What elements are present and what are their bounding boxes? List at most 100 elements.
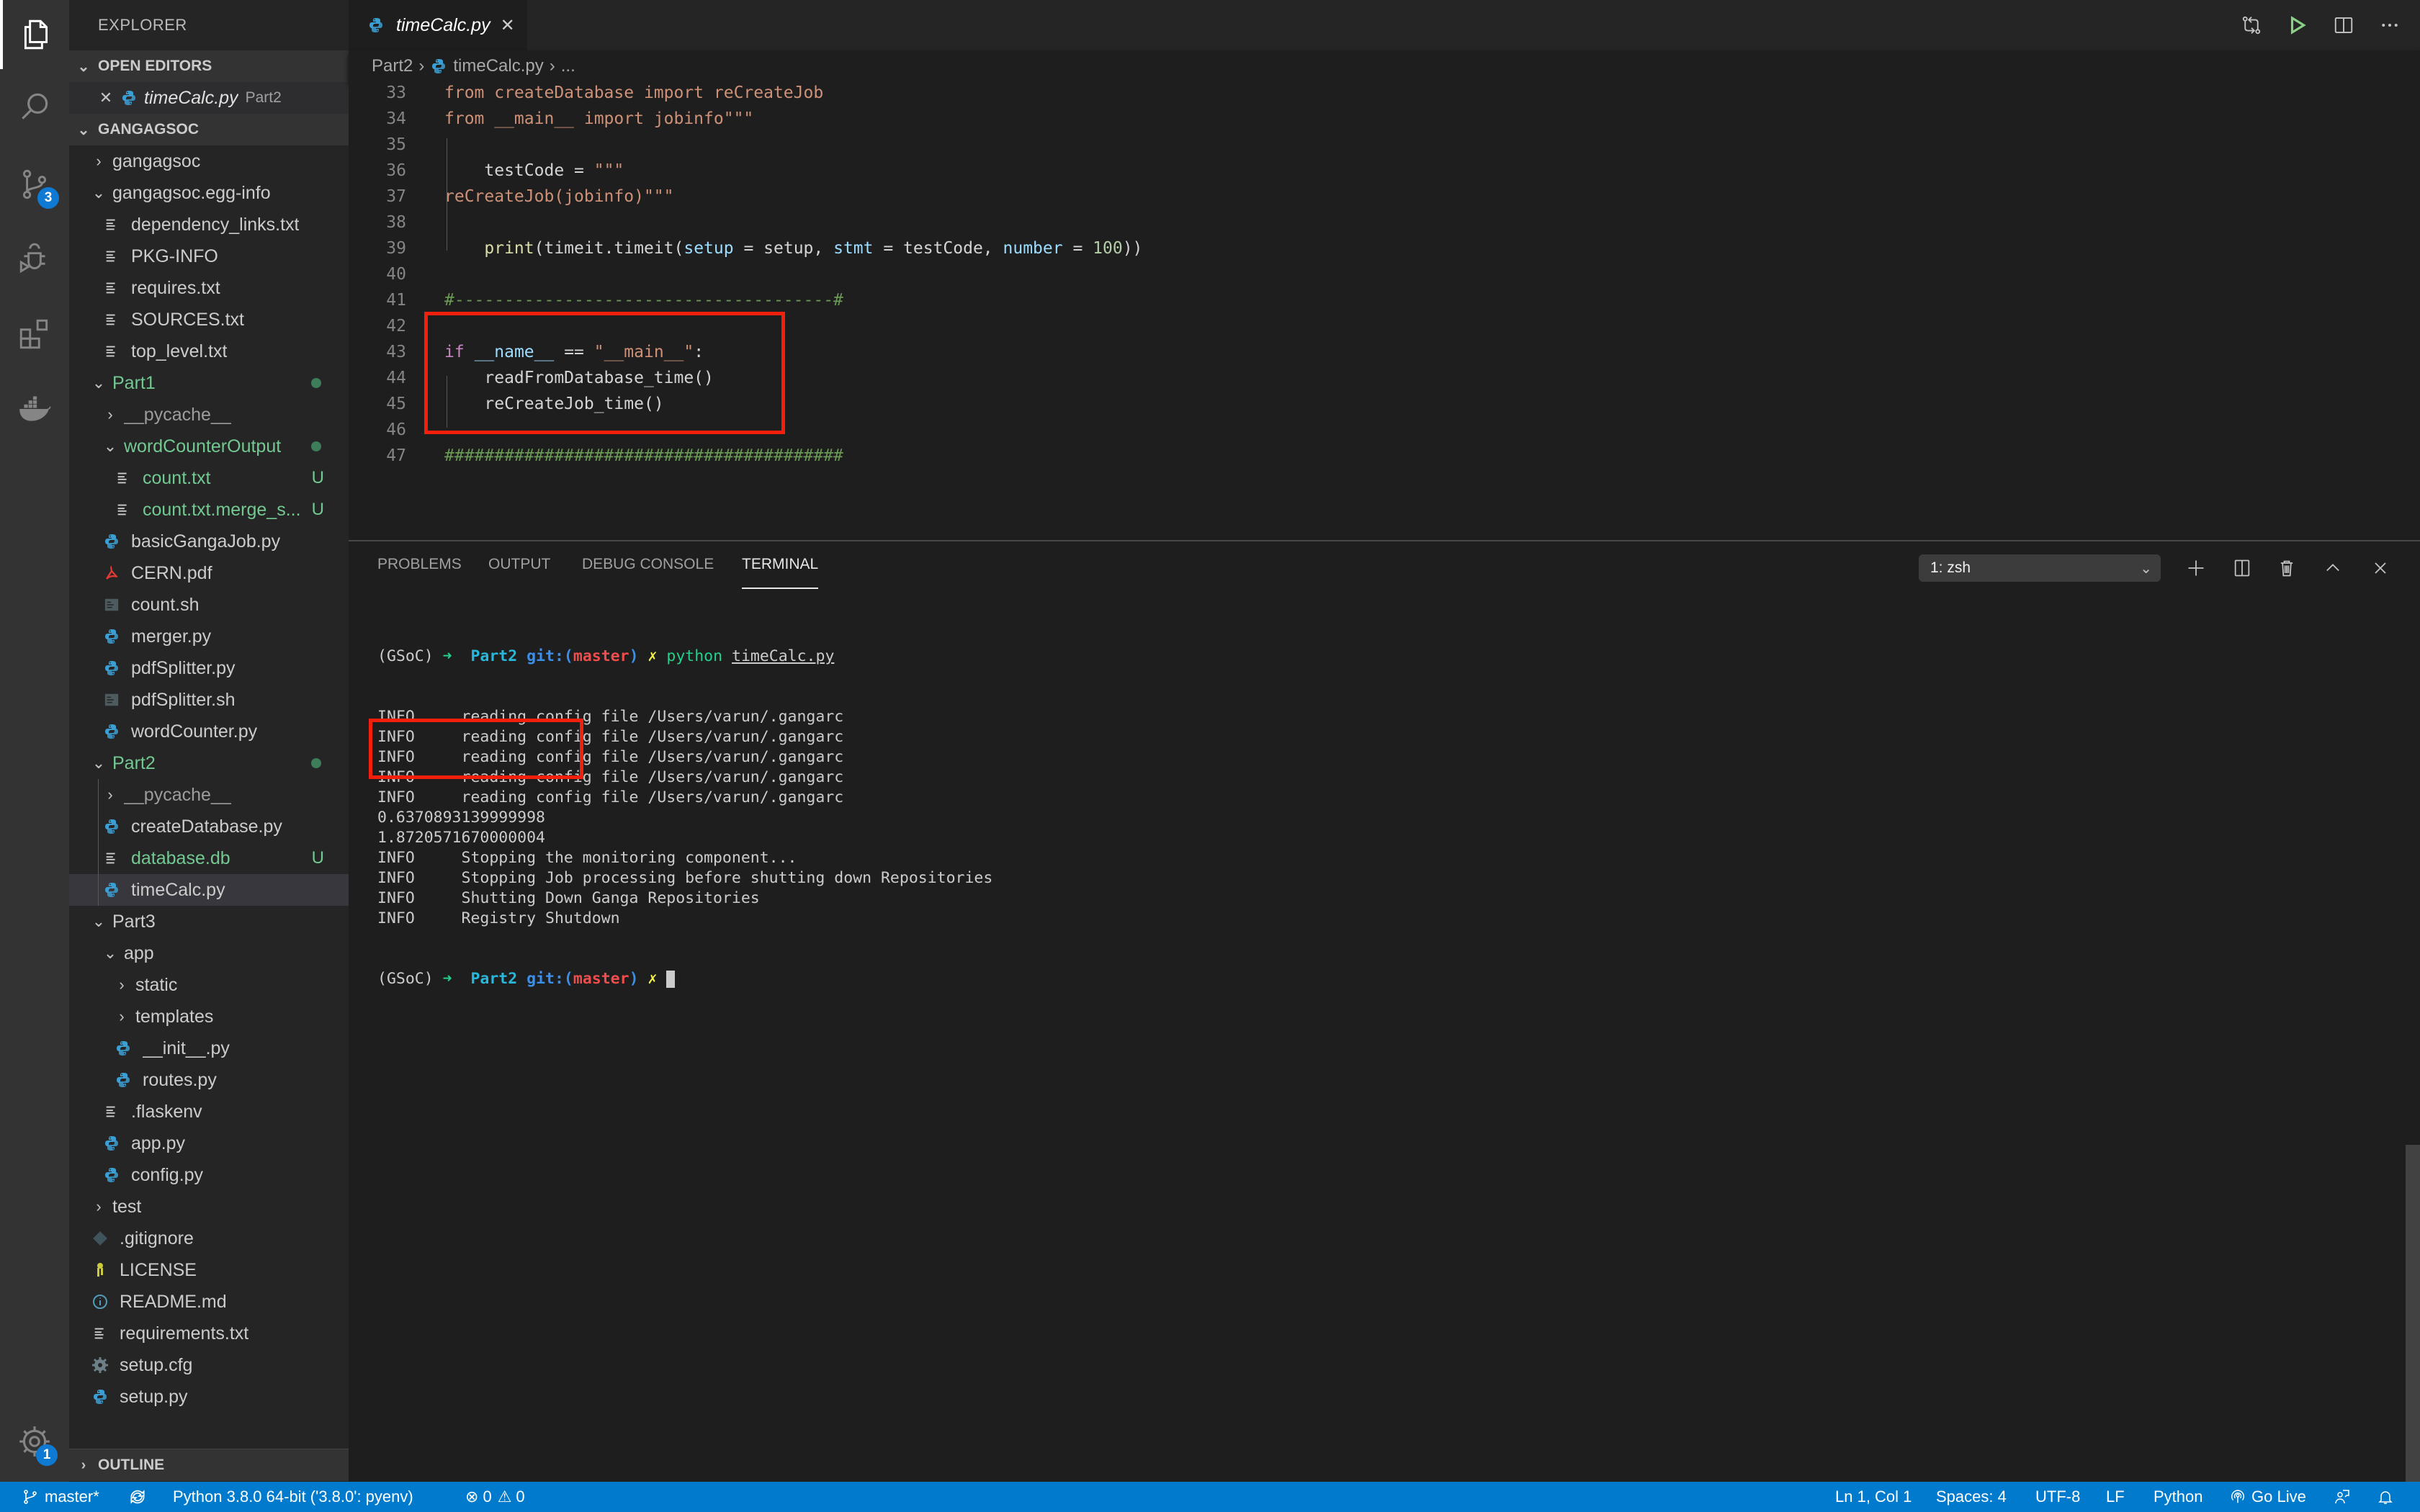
tree-file[interactable]: count.txt U bbox=[69, 462, 349, 494]
open-editor-item[interactable]: ✕ timeCalc.py Part2 bbox=[69, 82, 349, 114]
code-line: ######################################## bbox=[444, 446, 843, 465]
chevron-down-icon[interactable]: ⌄ bbox=[91, 184, 107, 202]
tree-file[interactable]: .gitignore bbox=[69, 1223, 349, 1254]
tree-file[interactable]: LICENSE bbox=[69, 1254, 349, 1286]
tree-folder[interactable]: › templates bbox=[69, 1001, 349, 1032]
activity-run-debug[interactable] bbox=[0, 225, 69, 294]
workspace-header[interactable]: ⌄ GANGAGSOC bbox=[69, 114, 349, 145]
tree-file[interactable]: README.md bbox=[69, 1286, 349, 1318]
chevron-down-icon[interactable]: ⌄ bbox=[102, 944, 118, 963]
tree-file[interactable]: wordCounter.py bbox=[69, 716, 349, 747]
close-icon[interactable]: ✕ bbox=[98, 89, 114, 107]
notifications-button[interactable] bbox=[2377, 1482, 2400, 1512]
tree-folder[interactable]: › static bbox=[69, 969, 349, 1001]
command-arg[interactable]: timeCalc.py bbox=[732, 647, 834, 665]
terminal-output[interactable]: (GSoC) ➜ Part2 git:(master) ✗ python tim… bbox=[377, 606, 992, 1030]
chevron-down-icon[interactable]: ⌄ bbox=[102, 437, 118, 456]
tree-file[interactable]: pdfSplitter.py bbox=[69, 652, 349, 684]
tree-file[interactable]: config.py bbox=[69, 1159, 349, 1191]
tree-file[interactable]: count.txt.merge_s... U bbox=[69, 494, 349, 526]
language-mode[interactable]: Python bbox=[2154, 1482, 2203, 1512]
breadcrumb-symbol[interactable]: ... bbox=[561, 56, 575, 76]
tab-terminal[interactable]: TERMINAL bbox=[742, 556, 819, 589]
chevron-down-icon[interactable]: ⌄ bbox=[91, 912, 107, 931]
activity-extensions[interactable] bbox=[0, 300, 69, 369]
tree-file[interactable]: setup.cfg bbox=[69, 1349, 349, 1381]
split-terminal-button[interactable] bbox=[2227, 553, 2257, 583]
chevron-right-icon[interactable]: › bbox=[91, 152, 107, 171]
chevron-right-icon[interactable]: › bbox=[114, 976, 130, 994]
end-of-line[interactable]: LF bbox=[2106, 1482, 2125, 1512]
chevron-right-icon[interactable]: › bbox=[91, 1197, 107, 1216]
activity-search[interactable] bbox=[0, 72, 69, 141]
tab-timecalc[interactable]: timeCalc.py ✕ bbox=[349, 0, 527, 50]
tree-file[interactable]: count.sh bbox=[69, 589, 349, 621]
tree-file[interactable]: database.db U bbox=[69, 842, 349, 874]
code-editor[interactable]: 33 from createDatabase import reCreateJob… bbox=[349, 82, 2420, 540]
tree-file[interactable]: top_level.txt bbox=[69, 336, 349, 367]
indentation[interactable]: Spaces: 4 bbox=[1936, 1482, 2007, 1512]
tree-folder[interactable]: ⌄ wordCounterOutput bbox=[69, 431, 349, 462]
tab-output[interactable]: OUTPUT bbox=[488, 556, 550, 588]
tree-file[interactable]: merger.py bbox=[69, 621, 349, 652]
tree-file[interactable]: SOURCES.txt bbox=[69, 304, 349, 336]
outline-header[interactable]: › OUTLINE bbox=[69, 1449, 349, 1481]
tree-file[interactable]: dependency_links.txt bbox=[69, 209, 349, 240]
tree-folder[interactable]: ⌄ Part3 bbox=[69, 906, 349, 937]
tree-folder[interactable]: ⌄ Part2 bbox=[69, 747, 349, 779]
tab-problems[interactable]: PROBLEMS bbox=[377, 556, 462, 588]
terminal-select[interactable]: 1: zsh ⌄ bbox=[1919, 554, 2161, 582]
open-changes-button[interactable] bbox=[2228, 0, 2275, 50]
activity-source-control[interactable]: 3 bbox=[0, 150, 69, 219]
activity-docker[interactable] bbox=[0, 374, 69, 444]
tree-folder[interactable]: › gangagsoc bbox=[69, 145, 349, 177]
chevron-right-icon[interactable]: › bbox=[114, 1007, 130, 1026]
branch-indicator[interactable]: master* bbox=[22, 1482, 99, 1512]
split-editor-button[interactable] bbox=[2321, 0, 2367, 50]
more-actions-button[interactable] bbox=[2367, 0, 2413, 50]
tree-folder[interactable]: ⌄ gangagsoc.egg-info bbox=[69, 177, 349, 209]
tree-folder[interactable]: › test bbox=[69, 1191, 349, 1223]
tree-file[interactable]: basicGangaJob.py bbox=[69, 526, 349, 557]
tree-file[interactable]: routes.py bbox=[69, 1064, 349, 1096]
maximize-panel-button[interactable] bbox=[2318, 553, 2348, 583]
tree-folder[interactable]: › __pycache__ bbox=[69, 399, 349, 431]
tree-file[interactable]: createDatabase.py bbox=[69, 811, 349, 842]
tree-file[interactable]: app.py bbox=[69, 1128, 349, 1159]
tree-file[interactable]: timeCalc.py bbox=[69, 874, 349, 906]
breadcrumb-folder[interactable]: Part2 bbox=[372, 56, 413, 76]
activity-explorer[interactable] bbox=[0, 0, 69, 69]
run-python-file-button[interactable] bbox=[2275, 0, 2321, 50]
manage-button[interactable]: 1 bbox=[0, 1407, 69, 1476]
tree-file[interactable]: requires.txt bbox=[69, 272, 349, 304]
tree-file[interactable]: setup.py bbox=[69, 1381, 349, 1413]
chevron-down-icon[interactable]: ⌄ bbox=[91, 374, 107, 392]
go-live-button[interactable]: Go Live bbox=[2230, 1482, 2306, 1512]
chevron-down-icon[interactable]: ⌄ bbox=[91, 754, 107, 773]
tree-folder[interactable]: ⌄ app bbox=[69, 937, 349, 969]
tree-file[interactable]: requirements.txt bbox=[69, 1318, 349, 1349]
close-panel-button[interactable] bbox=[2365, 553, 2396, 583]
tree-file[interactable]: CERN.pdf bbox=[69, 557, 349, 589]
sync-button[interactable] bbox=[128, 1482, 153, 1512]
encoding[interactable]: UTF-8 bbox=[2035, 1482, 2080, 1512]
tree-folder[interactable]: › __pycache__ bbox=[69, 779, 349, 811]
feedback-button[interactable] bbox=[2334, 1482, 2357, 1512]
new-terminal-button[interactable] bbox=[2181, 553, 2211, 583]
tree-file[interactable]: PKG-INFO bbox=[69, 240, 349, 272]
chevron-right-icon[interactable]: › bbox=[102, 405, 118, 424]
kill-terminal-button[interactable] bbox=[2272, 553, 2302, 583]
cursor-position[interactable]: Ln 1, Col 1 bbox=[1835, 1482, 1912, 1512]
python-interpreter[interactable]: Python 3.8.0 64-bit ('3.8.0': pyenv) bbox=[173, 1482, 413, 1512]
tree-file[interactable]: .flaskenv bbox=[69, 1096, 349, 1128]
tree-file[interactable]: __init__.py bbox=[69, 1032, 349, 1064]
tree-file[interactable]: pdfSplitter.sh bbox=[69, 684, 349, 716]
chevron-right-icon[interactable]: › bbox=[102, 786, 118, 804]
breadcrumb-file[interactable]: timeCalc.py bbox=[453, 56, 543, 76]
tab-debug-console[interactable]: DEBUG CONSOLE bbox=[582, 556, 714, 588]
problems-indicator[interactable]: ⊗ 0 ⚠ 0 bbox=[465, 1482, 525, 1512]
tree-folder[interactable]: ⌄ Part1 bbox=[69, 367, 349, 399]
terminal-scrollbar[interactable] bbox=[2406, 1145, 2420, 1482]
open-editors-header[interactable]: ⌄ OPEN EDITORS bbox=[69, 50, 349, 82]
close-icon[interactable]: ✕ bbox=[501, 15, 515, 36]
